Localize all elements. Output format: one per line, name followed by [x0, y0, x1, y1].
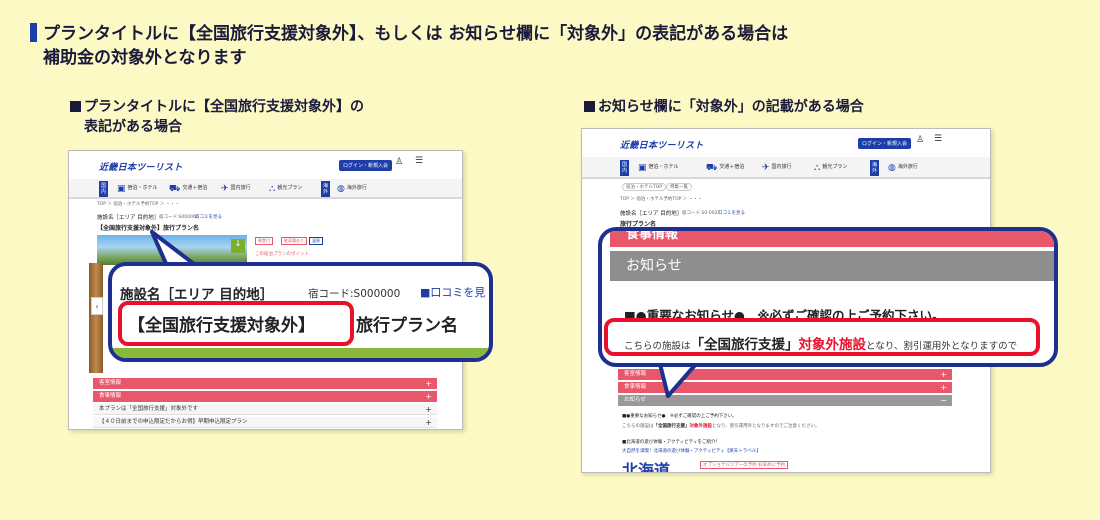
- subnav-hotel-top[interactable]: 宿泊・ホテルTOP: [622, 183, 667, 191]
- nav-item-overseas[interactable]: ◍ 海外旅行: [888, 163, 918, 173]
- accordion-early-plan[interactable]: 【４０日前までの申込限定だからお得】早期申込限定プラン +: [93, 417, 437, 428]
- plane-icon: ✈: [221, 184, 229, 194]
- zoom-facility: 施設名［エリア 目的地］: [120, 287, 274, 303]
- photo-strip: [89, 263, 103, 373]
- zoom-notice-header[interactable]: お知らせ: [610, 251, 1054, 281]
- nav-item-transport[interactable]: ⛟ 交通＋宿泊: [706, 163, 744, 174]
- breadcrumb: TOP ＞ 宿泊・ホテル予約TOP ＞ ・・・: [620, 197, 703, 202]
- zoom-meal-accordion-partial[interactable]: 食事情報: [610, 231, 1054, 247]
- subnav-features[interactable]: 特集一覧: [666, 183, 692, 191]
- prev-arrow-icon[interactable]: ‹: [91, 297, 103, 315]
- nav-item-sightseeing[interactable]: ⛬ 観光プラン: [814, 163, 847, 173]
- plus-icon: +: [425, 418, 432, 427]
- site-nav: 国内 ▣ 宿泊・ホテル ⛟ 交通＋宿泊 ✈ 国内旅行 ⛬ 観光プラン 海外 ◍ 海外旅行: [69, 179, 462, 199]
- zoom-green-strip: [112, 348, 489, 358]
- tag-onsen: 温泉: [309, 237, 323, 245]
- plan-point-label: この宿泊プランのポイント: [255, 252, 309, 257]
- notice-body-small: こちらの施設は「全国旅行支援」対象外施設となり、割引運用外となりますのでご注意く…: [622, 424, 820, 429]
- hotel-icon: ▣: [117, 184, 126, 194]
- hotel-icon: ▣: [638, 163, 647, 173]
- site-header: 近畿日本ツーリスト ログイン・新規入会 ♙ ☰: [582, 129, 990, 157]
- login-button[interactable]: ログイン・新規入会: [858, 138, 912, 149]
- review-link-small[interactable]: 口コミを見る: [195, 214, 222, 220]
- nav-item-hotel[interactable]: ▣ 宿泊・ホテル: [638, 163, 679, 173]
- minus-icon: −: [940, 396, 947, 405]
- login-button[interactable]: ログイン・新規入会: [339, 160, 393, 171]
- train-icon: ⛟: [169, 184, 181, 194]
- tag-breakfast: 朝食付: [255, 237, 273, 245]
- nav-item-domestic-tour[interactable]: ✈ 国内旅行: [762, 163, 792, 173]
- menu-icon[interactable]: ☰: [415, 156, 423, 166]
- nav-tag-domestic: 国内: [620, 160, 629, 176]
- notice-important-small: ■●重要なお知らせ● ※必ずご確認の上ご予約下さい。: [622, 414, 737, 419]
- train-icon: ⛟: [706, 163, 718, 173]
- accordion-meal[interactable]: 食事情報 +: [93, 391, 437, 402]
- nav-item-overseas[interactable]: ◍ 海外旅行: [337, 184, 367, 194]
- nav-tag-overseas: 海外: [321, 181, 330, 197]
- breadcrumb: TOP ＞ 宿泊・ホテル予約TOP ＞ ・・・: [97, 202, 180, 207]
- hokkaido-logo: 北海道: [622, 461, 671, 473]
- nav-item-hotel[interactable]: ▣ 宿泊・ホテル: [117, 184, 158, 194]
- plus-icon: +: [425, 379, 432, 388]
- plus-icon: +: [425, 392, 432, 401]
- comment-icon: ■: [420, 286, 431, 299]
- site-logo[interactable]: 近畿日本ツーリスト: [620, 138, 704, 151]
- hokkaido-badge: オプショナルツアーの予約 お早めに予約: [700, 461, 789, 469]
- zoom-plan-name: 旅行プラン名: [356, 316, 458, 336]
- globe-icon: ◍: [888, 163, 896, 173]
- left-heading-line1: プランタイトルに【全国旅行支援対象外】の: [84, 99, 364, 115]
- facility-line-small: 施設名［エリア 目的地］: [97, 215, 160, 221]
- bus-icon: ⛬: [269, 184, 276, 194]
- download-icon[interactable]: ↓: [231, 239, 245, 253]
- zoom-review-link[interactable]: ■口コミを見: [420, 284, 485, 300]
- plus-icon: +: [425, 405, 432, 414]
- headline-bar: [30, 23, 37, 42]
- headline-line2: 補助金の対象外となります: [43, 48, 247, 68]
- square-bullet-icon: [70, 101, 81, 112]
- left-heading-line2: 表記がある場合: [84, 119, 182, 135]
- globe-icon: ◍: [337, 184, 345, 194]
- user-icon[interactable]: ♙: [916, 135, 924, 145]
- facility-line-small: 施設名［エリア 目的地］: [620, 211, 683, 217]
- plus-icon: +: [940, 383, 947, 392]
- right-heading: お知らせ欄に「対象外」の記載がある場合: [584, 97, 864, 117]
- menu-icon[interactable]: ☰: [934, 134, 942, 144]
- left-highlight-box: [118, 301, 354, 346]
- plus-icon: +: [940, 370, 947, 379]
- nav-item-transport[interactable]: ⛟ 交通＋宿泊: [169, 184, 207, 195]
- square-bullet-icon: [584, 101, 595, 112]
- nav-tag-domestic: 国内: [99, 181, 108, 197]
- nav-tag-overseas: 海外: [870, 160, 879, 176]
- accordion-notice-out-of-scope[interactable]: 本プランは「全国旅行支援」対象外です +: [93, 404, 437, 415]
- review-link-small[interactable]: 口コミを見る: [718, 210, 745, 216]
- hokkaido-link[interactable]: 大自然を満喫！北海道の遊び体験・アクティビティ【楽天トラベル】: [622, 448, 761, 454]
- nav-item-domestic-tour[interactable]: ✈ 国内旅行: [221, 184, 251, 194]
- tag-parking: 駐車場あり: [281, 237, 307, 245]
- inn-code-small: 宿コード:S000000: [159, 215, 199, 220]
- site-logo[interactable]: 近畿日本ツーリスト: [99, 160, 183, 173]
- hokkaido-title: ■北海道の遊び体験・アクティビティをご紹介！: [622, 440, 720, 445]
- inn-code-small: 宿コード:S0-0027: [682, 211, 721, 216]
- zoom-inn-code: 宿コード:S000000: [308, 288, 401, 300]
- site-header: 近畿日本ツーリスト ログイン・新規入会 ♙ ☰: [69, 151, 462, 179]
- nav-item-sightseeing[interactable]: ⛬ 観光プラン: [269, 184, 302, 194]
- left-heading: プランタイトルに【全国旅行支援対象外】の 表記がある場合: [70, 97, 364, 137]
- plane-icon: ✈: [762, 163, 770, 173]
- page-headline: プランタイトルに【全国旅行支援対象外】、もしくは お知らせ欄に「対象外」の表記が…: [30, 22, 788, 70]
- site-nav: 国内 ▣ 宿泊・ホテル ⛟ 交通＋宿泊 ✈ 国内旅行 ⛬ 観光プラン 海外 ◍ 海外旅行: [582, 157, 990, 179]
- right-highlight-box: [604, 318, 1040, 356]
- bus-icon: ⛬: [814, 163, 821, 173]
- headline-line1: プランタイトルに【全国旅行支援対象外】、もしくは お知らせ欄に「対象外」の表記が…: [43, 24, 789, 44]
- user-icon[interactable]: ♙: [395, 157, 403, 167]
- accordion-room[interactable]: 客室情報 +: [93, 378, 437, 389]
